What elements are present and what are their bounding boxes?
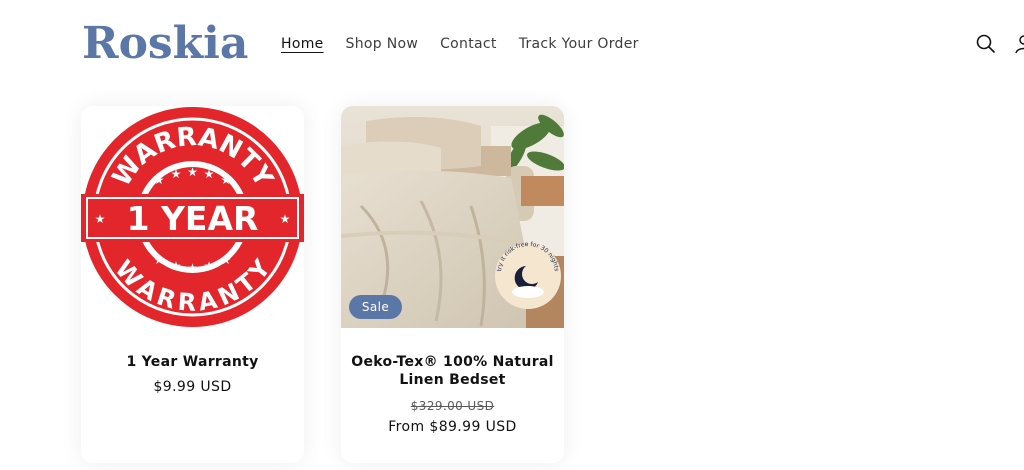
product-card-warranty[interactable]: WARRANTY WARRANTY 1 YEAR ★ ★ ★ ★ ★ ★ ★ ★ ★ ★ ★ ★… bbox=[81, 106, 304, 463]
product-image-warranty[interactable]: WARRANTY WARRANTY 1 YEAR ★ ★ ★ ★ ★ ★ ★ ★ ★ ★ ★ ★ bbox=[81, 106, 304, 328]
sale-badge: Sale bbox=[349, 295, 402, 319]
svg-text:★: ★ bbox=[187, 165, 198, 179]
svg-text:★: ★ bbox=[154, 173, 165, 187]
product-title[interactable]: Oeko-Tex® 100% Natural Linen Bedset bbox=[351, 353, 554, 389]
svg-text:★: ★ bbox=[154, 253, 165, 267]
search-icon[interactable] bbox=[975, 33, 997, 55]
svg-text:★: ★ bbox=[187, 261, 198, 275]
svg-text:★: ★ bbox=[221, 173, 232, 187]
svg-text:★: ★ bbox=[221, 253, 232, 267]
product-price: From $89.99 USD bbox=[388, 419, 517, 435]
product-image-bedset[interactable]: try it risk-free for 30 nights Sale bbox=[341, 106, 564, 328]
svg-text:★: ★ bbox=[204, 167, 215, 181]
product-price: $9.99 USD bbox=[153, 379, 232, 395]
svg-text:★: ★ bbox=[280, 212, 291, 226]
seal-center-text: 1 YEAR bbox=[127, 199, 259, 238]
nav-home[interactable]: Home bbox=[281, 34, 324, 54]
svg-text:★: ★ bbox=[95, 212, 106, 226]
svg-text:★: ★ bbox=[204, 259, 215, 273]
logo[interactable]: Roskia bbox=[82, 14, 248, 74]
product-card-linen-bedset[interactable]: try it risk-free for 30 nights Sale Oeko… bbox=[341, 106, 564, 463]
site-header: Roskia Home Shop Now Contact Track Your … bbox=[0, 0, 1024, 90]
svg-text:★: ★ bbox=[171, 167, 182, 181]
svg-text:★: ★ bbox=[171, 259, 182, 273]
nav-shop-now[interactable]: Shop Now bbox=[346, 34, 419, 54]
main-nav: Home Shop Now Contact Track Your Order bbox=[281, 34, 639, 54]
nav-contact[interactable]: Contact bbox=[440, 34, 497, 54]
product-title[interactable]: 1 Year Warranty bbox=[91, 353, 294, 371]
warranty-seal-image: WARRANTY WARRANTY 1 YEAR ★ ★ ★ ★ ★ ★ ★ ★ ★ ★ ★ ★ bbox=[81, 106, 304, 328]
compare-at-price: $329.00 USD bbox=[410, 399, 495, 413]
account-icon[interactable] bbox=[1014, 33, 1024, 55]
nav-track-your-order[interactable]: Track Your Order bbox=[519, 34, 639, 54]
